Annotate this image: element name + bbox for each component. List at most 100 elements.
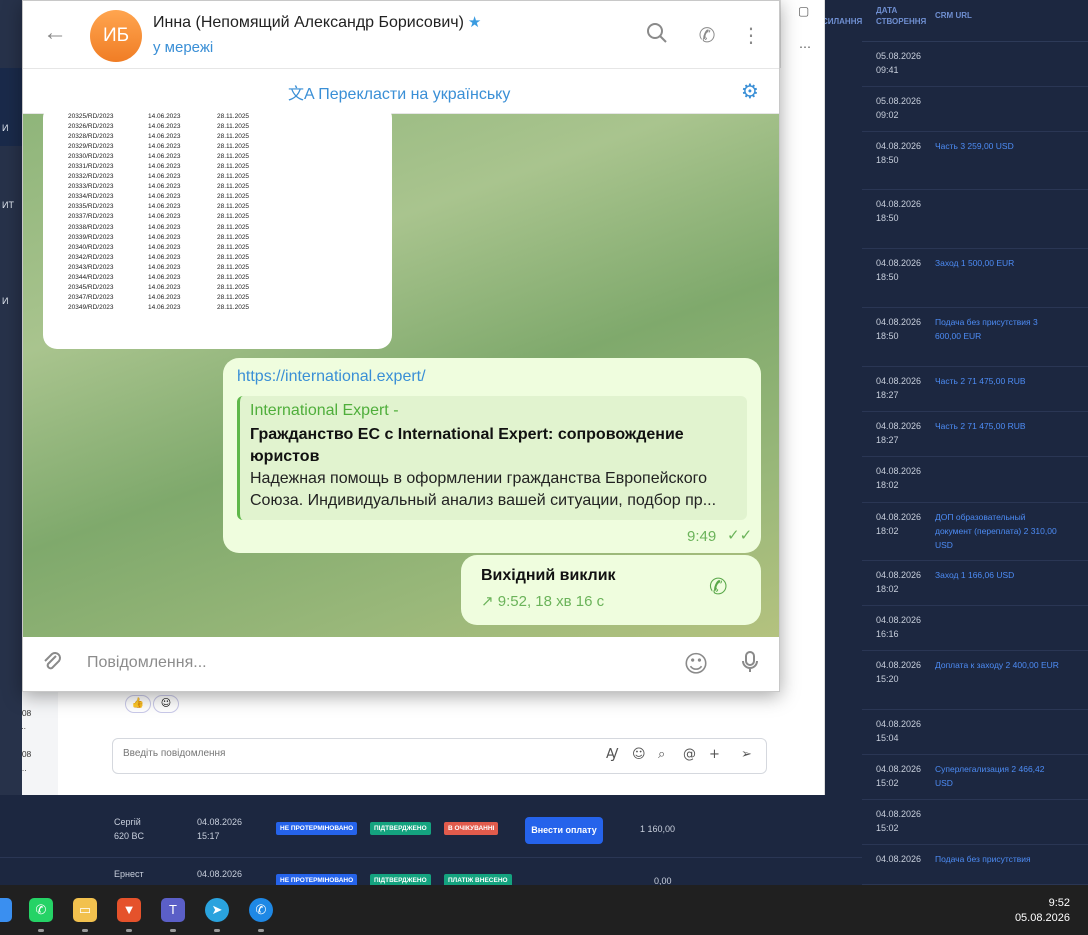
- nav-item[interactable]: И: [2, 123, 8, 133]
- document-cell: 28.11.2025: [217, 273, 250, 281]
- make-payment-button[interactable]: Внести оплату: [525, 817, 603, 844]
- windows-start-icon[interactable]: [0, 898, 12, 922]
- attach-icon[interactable]: ⌕: [658, 747, 665, 762]
- document-cell: 20342/RD/2023: [68, 253, 114, 261]
- crm-url-link[interactable]: Суперлегализация 2 466,42 USD: [935, 762, 1060, 790]
- translate-settings-icon[interactable]: ⚙: [741, 79, 759, 103]
- crm-url-link[interactable]: Подача без присутствия 3 600,00 EUR: [935, 315, 1060, 343]
- message-link[interactable]: https://international.expert/: [237, 368, 426, 386]
- crm-url-link[interactable]: Заход 1 500,00 EUR: [935, 256, 1060, 270]
- document-cell: 28.11.2025: [217, 183, 250, 191]
- system-clock[interactable]: 9:52 05.08.2026: [1015, 896, 1070, 926]
- call-back-icon[interactable]: ✆: [709, 575, 727, 600]
- avatar[interactable]: ИБ: [90, 10, 142, 62]
- phone-call-icon[interactable]: ✆: [694, 22, 720, 48]
- crm-url-link[interactable]: Подача без присутствия: [935, 852, 1060, 866]
- crm-row[interactable]: 04.08.2026 18:02 Заход 1 166,06 USD: [862, 561, 1088, 606]
- reaction-thumbs-icon[interactable]: 👍: [125, 695, 151, 713]
- created-date: 04.08.2026: [876, 719, 922, 729]
- created-date: 04.08.2026: [876, 809, 922, 819]
- crm-url-link[interactable]: Заход 1 166,06 USD: [935, 568, 1060, 582]
- emoji-icon[interactable]: ☺: [681, 650, 711, 678]
- phone-app-icon[interactable]: ✆: [249, 898, 273, 922]
- crm-row[interactable]: 04.08.2026 Подача без присутствия: [862, 845, 1088, 885]
- translate-label: 文A Перекласти на українську: [288, 80, 510, 104]
- plus-icon[interactable]: +: [709, 747, 720, 762]
- document-image-message[interactable]: 20325/RD/2023 14.06.2023 28.11.2025 20326/R…: [43, 104, 392, 349]
- document-cell: 28.11.2025: [217, 283, 250, 291]
- created-date: 05.08.2026: [876, 96, 922, 106]
- more-icon[interactable]: ▢: [798, 4, 809, 18]
- created-date: 04.08.2026: [876, 258, 922, 268]
- message-input[interactable]: [87, 654, 647, 672]
- teams-icon[interactable]: T: [161, 898, 185, 922]
- crm-row[interactable]: 04.08.2026 18:27 Часть 2 71 475,00 RUB: [862, 367, 1088, 412]
- running-indicator: [258, 929, 264, 932]
- crm-row[interactable]: 04.08.2026 15:20 Доплата к заходу 2 400,00…: [862, 651, 1088, 710]
- link-preview[interactable]: International Expert - Гражданство ЕС с …: [237, 396, 747, 520]
- created-date: 05.08.2026: [876, 51, 922, 61]
- more-dots-icon[interactable]: ⋯: [799, 40, 811, 54]
- document-cell: 14.06.2023: [148, 113, 181, 120]
- call-title: Вихідний виклик: [481, 567, 616, 584]
- contact-name[interactable]: Инна (Непомящий Александр Борисович) ★: [153, 13, 481, 32]
- crm-row[interactable]: 04.08.2026 18:27 Часть 2 71 475,00 RUB: [862, 412, 1088, 457]
- created-time: 18:02: [876, 526, 899, 536]
- file-explorer-icon[interactable]: ▭: [73, 898, 97, 922]
- document-cell: 28.11.2025: [217, 163, 250, 171]
- nav-item[interactable]: ИТ: [2, 200, 14, 210]
- created-time: 15:20: [876, 674, 899, 684]
- attach-paperclip-icon[interactable]: [37, 650, 67, 680]
- send-icon[interactable]: ➢: [741, 747, 752, 762]
- emoji-icon[interactable]: ☺: [632, 747, 646, 762]
- crm-url-link[interactable]: ДОП образовательный документ (переплата)…: [935, 510, 1060, 552]
- crm-row[interactable]: 04.08.2026 15:02 Суперлегализация 2 466,42…: [862, 755, 1088, 800]
- document-cell: 28.11.2025: [217, 223, 250, 231]
- crm-row[interactable]: 04.08.2026 18:50: [862, 190, 1088, 249]
- reaction-add-icon[interactable]: ☺: [153, 695, 179, 713]
- whatsapp-icon[interactable]: ✆: [29, 898, 53, 922]
- crm-row[interactable]: 04.08.2026 15:02: [862, 800, 1088, 845]
- document-cell: 14.06.2023: [148, 123, 181, 131]
- crm-row[interactable]: 05.08.2026 09:02: [862, 87, 1088, 132]
- brave-browser-icon[interactable]: ▼: [117, 898, 141, 922]
- back-arrow-icon[interactable]: ←: [43, 19, 67, 47]
- mention-icon[interactable]: @: [683, 747, 696, 762]
- microphone-icon[interactable]: [735, 650, 765, 680]
- client-name[interactable]: Ернест: [114, 867, 144, 881]
- search-icon[interactable]: [644, 22, 670, 48]
- telegram-icon[interactable]: ➤: [205, 898, 229, 922]
- document-cell: 28.11.2025: [217, 253, 250, 261]
- document-cell: 20337/RD/2023: [68, 213, 114, 221]
- created-date: 04.08.2026: [876, 764, 922, 774]
- crm-url-link[interactable]: Доплата к заходу 2 400,00 EUR: [935, 658, 1060, 672]
- more-vertical-icon[interactable]: ⋮: [738, 22, 764, 48]
- document-cell: 14.06.2023: [148, 173, 181, 181]
- clock-time: 9:52: [1048, 897, 1070, 909]
- nav-item[interactable]: И: [2, 296, 8, 306]
- crm-row[interactable]: 04.08.2026 18:50 Заход 1 500,00 EUR: [862, 249, 1088, 308]
- crm-row[interactable]: 04.08.2026 18:02: [862, 457, 1088, 503]
- client-name[interactable]: Сергій: [114, 815, 141, 829]
- crm-url-link[interactable]: Часть 3 259,00 USD: [935, 139, 1060, 153]
- crm-row[interactable]: 04.08.2026 18:50 Часть 3 259,00 USD: [862, 132, 1088, 190]
- background-message-input[interactable]: [123, 748, 563, 759]
- document-row: 20349/RD/2023 14.06.2023 28.11.2025: [68, 303, 249, 313]
- crm-row[interactable]: 04.08.2026 18:50 Подача без присутствия 3 …: [862, 308, 1088, 367]
- crm-row[interactable]: 04.08.2026 15:04: [862, 710, 1088, 755]
- created-time: 15:04: [876, 733, 899, 743]
- created-time: 15:02: [876, 823, 899, 833]
- read-checks-icon: ✓✓: [727, 526, 753, 544]
- document-cell: 14.06.2023: [148, 253, 181, 261]
- crm-row[interactable]: 04.08.2026 18:02 ДОП образовательный докум…: [862, 503, 1088, 561]
- format-text-icon[interactable]: Ꜽ: [606, 747, 618, 762]
- link-message[interactable]: https://international.expert/ Internatio…: [223, 358, 761, 553]
- document-cell: 28.11.2025: [217, 113, 250, 120]
- call-message[interactable]: Вихідний виклик ↗ 9:52, 18 хв 16 с ✆: [461, 555, 761, 625]
- crm-row[interactable]: 05.08.2026 09:41: [862, 42, 1088, 87]
- crm-url-link[interactable]: Часть 2 71 475,00 RUB: [935, 419, 1060, 433]
- contact-name-text: Инна (Непомящий Александр Борисович): [153, 14, 464, 31]
- document-cell: 28.11.2025: [217, 143, 250, 151]
- crm-url-link[interactable]: Часть 2 71 475,00 RUB: [935, 374, 1060, 388]
- crm-row[interactable]: 04.08.2026 16:16: [862, 606, 1088, 651]
